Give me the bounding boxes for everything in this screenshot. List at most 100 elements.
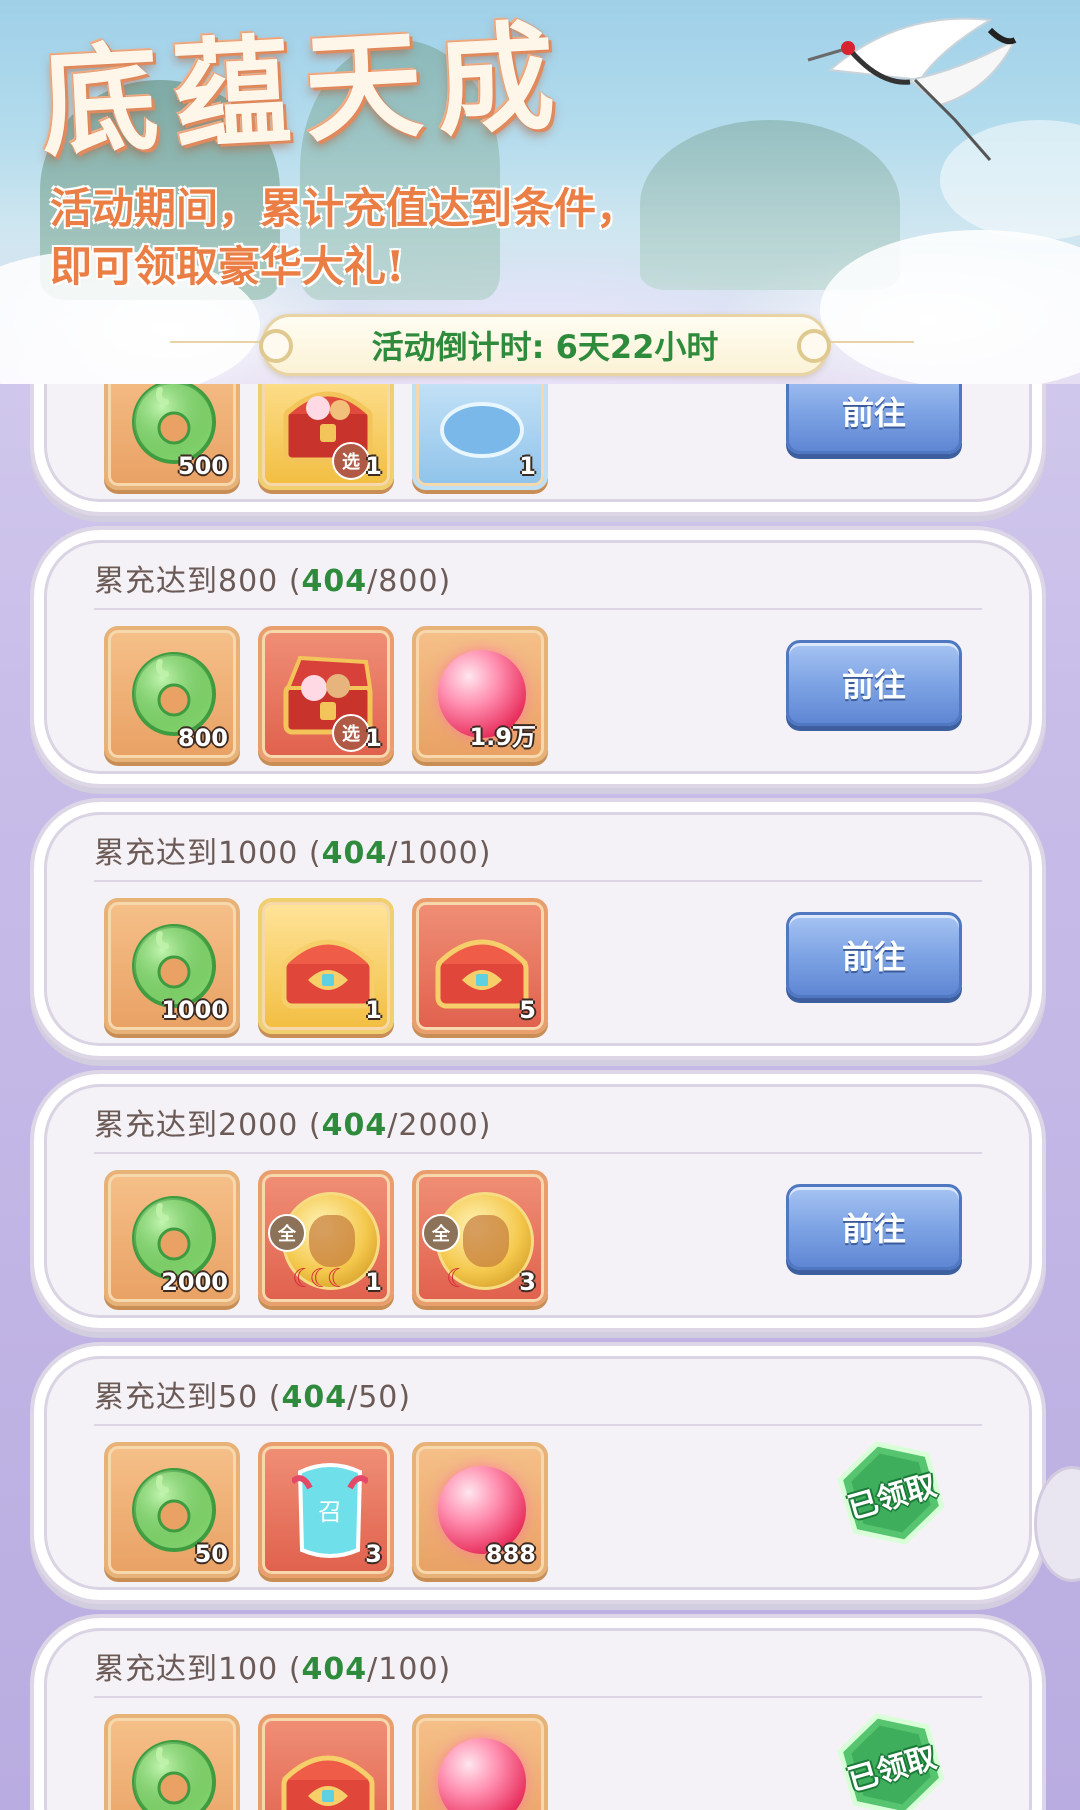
go-button[interactable]: 前往 xyxy=(786,640,962,726)
progress-current: 404 xyxy=(321,836,388,871)
reward-item[interactable]: 888 xyxy=(412,1442,548,1578)
reward-item[interactable]: 选1 xyxy=(258,626,394,762)
card-divider xyxy=(94,1424,982,1426)
reward-item[interactable]: 2000 xyxy=(104,1170,240,1306)
go-button[interactable]: 前往 xyxy=(786,384,962,454)
crane-icon xyxy=(807,17,1018,161)
reward-item[interactable]: 800 xyxy=(104,626,240,762)
countdown-line-left xyxy=(170,341,262,343)
progress-paren-close: ) xyxy=(478,1108,492,1143)
ring-ornament-left xyxy=(259,329,293,363)
progress-paren-close: ) xyxy=(438,564,452,599)
reward-item[interactable]: 1888 xyxy=(412,1714,548,1810)
progress-slash: / xyxy=(347,1380,359,1415)
progress-slash: / xyxy=(367,564,379,599)
reward-item[interactable]: 1 xyxy=(412,384,548,490)
item-count: 1 xyxy=(519,452,536,480)
progress-target: 50 xyxy=(358,1380,399,1415)
reward-item[interactable]: 5 xyxy=(412,898,548,1034)
reward-title: 累充达到1000 (404/1000) xyxy=(94,828,491,872)
reward-card: 累充达到2000 (404/2000) 2000 ☾☾☾ 全 1 ☾ 全 3 前往 xyxy=(30,1070,1046,1332)
countdown-bar: 活动倒计时: 6天22小时 xyxy=(259,314,831,376)
description-line-1: 活动期间，累计充值达到条件， xyxy=(50,184,639,233)
choose-badge: 选 xyxy=(332,714,370,752)
event-banner: 底蕴天成 活动期间，累计充值达到条件， 即可领取豪华大礼! 活动倒计时: 6天2… xyxy=(0,0,1080,384)
item-count: 800 xyxy=(177,724,228,752)
banner-title: 底蕴天成 xyxy=(37,6,572,173)
item-count: 3 xyxy=(519,1268,536,1296)
progress-paren-close: ) xyxy=(438,1652,452,1687)
description-line-2: 即可领取豪华大礼! xyxy=(50,242,405,291)
item-count: 2000 xyxy=(161,1268,228,1296)
progress-target: 1000 xyxy=(398,836,479,871)
ring-ornament-right xyxy=(797,329,831,363)
progress-target: 100 xyxy=(378,1652,439,1687)
reward-title: 累充达到800 (404/800) xyxy=(94,556,451,600)
reward-title-label: 累充达到2000 xyxy=(94,1108,299,1143)
go-button[interactable]: 前往 xyxy=(786,1184,962,1270)
item-count: 888 xyxy=(485,1540,536,1568)
reward-list[interactable]: 500 选1 1 前往 累充达到800 (404/800) 800 选 1 1.9万 前往… xyxy=(0,384,1080,1810)
reward-title-label: 累充达到1000 xyxy=(94,836,299,871)
item-count: 1.9万 xyxy=(469,723,536,751)
reward-title: 累充达到2000 (404/2000) xyxy=(94,1100,491,1144)
reward-card: 累充达到100 (404/100) 100 21888 已领取 xyxy=(30,1614,1046,1810)
item-count: 1 xyxy=(365,452,382,480)
reward-item[interactable]: 选1 xyxy=(258,384,394,490)
go-button[interactable]: 前往 xyxy=(786,912,962,998)
reward-card: 累充达到50 (404/50) 50 召 3 888 已领取 xyxy=(30,1342,1046,1604)
item-count: 1 xyxy=(365,996,382,1024)
claimed-stamp: 已领取 xyxy=(823,1425,959,1561)
progress-current: 404 xyxy=(321,1108,388,1143)
reward-item[interactable]: 1000 xyxy=(104,898,240,1034)
reward-card: 累充达到800 (404/800) 800 选 1 1.9万 前往 xyxy=(30,526,1046,788)
choose-badge: 选 xyxy=(332,442,370,480)
progress-paren-close: ) xyxy=(478,836,492,871)
svg-text:召: 召 xyxy=(318,1498,342,1526)
progress-paren-open: ( xyxy=(268,1380,282,1415)
item-count: 500 xyxy=(177,452,228,480)
progress-slash: / xyxy=(367,1652,379,1687)
item-count: 3 xyxy=(365,1540,382,1568)
claimed-stamp: 已领取 xyxy=(823,1697,959,1810)
reward-title-label: 累充达到50 xyxy=(94,1380,259,1415)
progress-slash: / xyxy=(387,1108,399,1143)
countdown-line-right xyxy=(822,341,914,343)
reward-item[interactable]: 召 3 xyxy=(258,1442,394,1578)
progress-paren-open: ( xyxy=(288,1652,302,1687)
reward-item[interactable]: 500 xyxy=(104,384,240,490)
progress-paren-open: ( xyxy=(308,836,322,871)
reward-item[interactable]: 2 xyxy=(258,1714,394,1810)
progress-target: 800 xyxy=(378,564,439,599)
card-divider xyxy=(94,608,982,610)
universal-badge: 全 xyxy=(422,1214,460,1252)
card-divider xyxy=(94,880,982,882)
reward-item[interactable]: 1 xyxy=(258,898,394,1034)
reward-item[interactable]: 50 xyxy=(104,1442,240,1578)
reward-item[interactable]: 100 xyxy=(104,1714,240,1810)
item-count: 50 xyxy=(194,1540,228,1568)
item-count: 1 xyxy=(365,1268,382,1296)
progress-current: 404 xyxy=(281,1380,348,1415)
progress-paren-open: ( xyxy=(308,1108,322,1143)
reward-title: 累充达到50 (404/50) xyxy=(94,1372,411,1416)
progress-paren-close: ) xyxy=(398,1380,412,1415)
card-divider xyxy=(94,1696,982,1698)
progress-slash: / xyxy=(387,836,399,871)
reward-item[interactable]: ☾☾☾ 全 1 xyxy=(258,1170,394,1306)
item-count: 5 xyxy=(519,996,536,1024)
progress-current: 404 xyxy=(301,564,368,599)
item-count: 1 xyxy=(365,724,382,752)
progress-current: 404 xyxy=(301,1652,368,1687)
countdown-text: 活动倒计时: 6天22小时 xyxy=(371,328,719,366)
universal-badge: 全 xyxy=(268,1214,306,1252)
reward-item[interactable]: 1.9万 xyxy=(412,626,548,762)
item-count: 1000 xyxy=(161,996,228,1024)
reward-card: 500 选1 1 前往 xyxy=(30,384,1046,516)
reward-card: 累充达到1000 (404/1000) 1000 1 5 前往 xyxy=(30,798,1046,1060)
reward-title-label: 累充达到800 xyxy=(94,564,279,599)
progress-target: 2000 xyxy=(398,1108,479,1143)
reward-title: 累充达到100 (404/100) xyxy=(94,1644,451,1688)
banner-description: 活动期间，累计充值达到条件， 即可领取豪华大礼! xyxy=(50,180,810,296)
reward-item[interactable]: ☾ 全 3 xyxy=(412,1170,548,1306)
